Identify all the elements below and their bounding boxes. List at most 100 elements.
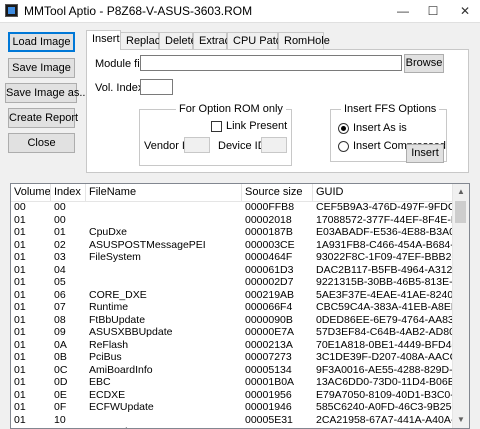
table-row[interactable]: 01 10 00005E31 2CA21958-67A7-441A-A40A-7090… xyxy=(11,414,455,427)
list-rows: 00000000FFB8CEF5B9A3-476D-497F-9FDC-E981… xyxy=(11,201,455,428)
browse-button[interactable]: Browse xyxy=(404,54,444,73)
insert-compressed-radio[interactable] xyxy=(338,141,349,152)
table-row[interactable]: 01 08 FtBbUpdate 0000090B 0DED86EE-6E79-4764… xyxy=(11,314,455,327)
maximize-icon[interactable]: ☐ xyxy=(418,0,448,22)
link-present-checkbox[interactable] xyxy=(211,121,222,132)
insert-button[interactable]: Insert xyxy=(406,144,444,163)
close-button[interactable]: Close xyxy=(8,133,75,153)
scroll-up-icon[interactable]: ▲ xyxy=(453,184,469,200)
cell-filename: FileSystem xyxy=(89,251,141,263)
table-row[interactable]: 01 01 CpuDxe 0000187B E03ABADF-E536-4E88-B3A… xyxy=(11,226,455,239)
option-rom-group-label: For Option ROM only xyxy=(176,103,286,115)
cell-source-size: 000219AB xyxy=(245,288,295,301)
tab-replace[interactable]: Replace xyxy=(120,32,166,49)
column-header-volume[interactable]: Volume xyxy=(11,184,51,201)
cell-volume: 01 xyxy=(14,351,26,363)
cell-index: 09 xyxy=(54,326,66,338)
cell-source-size: 00001946 xyxy=(245,401,292,413)
vertical-scrollbar[interactable]: ▲ ▼ xyxy=(452,184,469,428)
table-row[interactable]: 01 03 FileSystem 0000464F 93022F8C-1F09-47EF… xyxy=(11,251,455,264)
table-row[interactable]: 01 05 000002D7 9221315B-30BB-46B5-813E-1B1B… xyxy=(11,276,455,289)
column-header-guid[interactable]: GUID xyxy=(313,184,455,201)
scrollbar-thumb[interactable] xyxy=(455,201,466,223)
cell-volume: 01 xyxy=(14,413,26,426)
cell-index: 00 xyxy=(54,201,66,213)
vol-index-input[interactable] xyxy=(140,79,173,95)
cell-index: 05 xyxy=(54,276,66,288)
save-image-button[interactable]: Save Image xyxy=(8,58,75,78)
cell-source-size: 000061D3 xyxy=(245,263,294,276)
table-row[interactable]: 01 09 ASUSXBBUpdate 00000E7A 57D3EF84-C64B-4… xyxy=(11,326,455,339)
cell-filename: ASUSXBBUpdate xyxy=(89,326,173,338)
cell-source-size: 000003CE xyxy=(245,238,295,251)
table-row[interactable]: 01 06 CORE_DXE 000219AB 5AE3F37E-4EAE-41AE-8… xyxy=(11,289,455,302)
cell-source-size: 00001B0A xyxy=(245,376,295,388)
save-image-as-button[interactable]: Save Image as.. xyxy=(5,83,86,103)
cell-guid: 5AE3F37E-4EAE-41AE-8240-35465B xyxy=(316,288,455,301)
cell-index: 0C xyxy=(54,363,68,376)
option-rom-group: For Option ROM only Link Present Vendor … xyxy=(139,103,292,166)
cell-guid: 0DED86EE-6E79-4764-AA83-37A472 xyxy=(316,313,455,326)
tab-romhole[interactable]: RomHole xyxy=(278,32,330,49)
vol-index-label: Vol. Index xyxy=(95,82,144,94)
table-row[interactable]: 01 0C AmiBoardInfo 00005134 9F3A0016-AE55-42… xyxy=(11,364,455,377)
list-header: Volume Index FileName Source size GUID xyxy=(11,184,455,202)
table-row[interactable]: 01 07 Runtime 000066F4 CBC59C4A-383A-41EB-A8… xyxy=(11,301,455,314)
cell-index: 02 xyxy=(54,238,66,251)
cell-filename: PciBus xyxy=(89,351,122,363)
cell-source-size: 00002018 xyxy=(245,213,292,226)
column-header-filename[interactable]: FileName xyxy=(86,184,242,201)
column-header-index[interactable]: Index xyxy=(51,184,86,201)
table-row[interactable]: 01 0F ECFWUpdate 00001946 585C6240-A0FD-46C3… xyxy=(11,401,455,414)
tab-delete[interactable]: Delete xyxy=(159,32,197,49)
cell-source-size: 0000187B xyxy=(245,226,293,238)
table-row[interactable]: 01 0A ReFlash 0000213A 70E1A818-0BE1-4449-BF… xyxy=(11,339,455,352)
close-window-icon[interactable]: ✕ xyxy=(450,0,480,22)
cell-volume: 01 xyxy=(14,401,26,413)
module-list[interactable]: Volume Index FileName Source size GUID 0… xyxy=(10,183,470,429)
cell-guid: 57D3EF84-C64B-4AB2-AD80-5C8A40 xyxy=(316,326,455,338)
tab-insert[interactable]: Insert xyxy=(86,30,121,50)
cell-source-size: 0000213A xyxy=(245,338,293,351)
device-id-input[interactable] xyxy=(261,137,287,153)
table-row[interactable]: 01 0E ECDXE 00001956 E79A7050-8109-40D1-B3C0… xyxy=(11,389,455,402)
table-row[interactable]: 01 0D EBC 00001B0A 13AC6DD0-73D0-11D4-B06B-0… xyxy=(11,376,455,389)
cell-volume: 01 xyxy=(14,263,26,276)
link-present-label: Link Present xyxy=(226,120,288,132)
table-row[interactable]: 01 02 ASUSPOSTMessagePEI 000003CE 1A931FB8-C… xyxy=(11,239,455,252)
cell-guid: CBC59C4A-383A-41EB-A8EE-4498AE xyxy=(316,301,455,313)
table-row[interactable]: 01 00 00002018 17088572-377F-44EF-8F4E-B09F… xyxy=(11,214,455,227)
cell-volume: 01 xyxy=(14,313,26,326)
cell-filename: AmiBoardInfo xyxy=(89,363,153,376)
cell-index: 00 xyxy=(54,213,66,226)
table-row[interactable]: 00 00 0000FFB8 CEF5B9A3-476D-497F-9FDC-E981… xyxy=(11,201,455,214)
column-header-source-size[interactable]: Source size xyxy=(242,184,313,201)
minimize-icon[interactable]: — xyxy=(388,0,418,22)
load-image-button[interactable]: Load Image xyxy=(8,32,75,52)
cell-filename: ECFWUpdate xyxy=(89,401,154,413)
table-row[interactable]: 01 04 000061D3 DAC2B117-B5FB-4964-A312-0DCC… xyxy=(11,264,455,277)
cell-source-size: 00005134 xyxy=(245,363,292,376)
cell-index: 01 xyxy=(54,226,66,238)
cell-guid: DAC2B117-B5FB-4964-A312-0DCC77 xyxy=(316,263,455,276)
cell-volume: 01 xyxy=(14,363,26,376)
cell-filename: ASUSPOSTMessagePEI xyxy=(89,238,206,251)
cell-volume: 01 xyxy=(14,326,26,338)
create-report-button[interactable]: Create Report xyxy=(8,108,78,128)
cell-guid: 13AC6DD0-73D0-11D4-B06B-00AA00 xyxy=(316,376,455,388)
tab-extract[interactable]: Extract xyxy=(193,32,233,49)
insert-as-is-radio[interactable] xyxy=(338,123,349,134)
module-file-input[interactable] xyxy=(140,55,402,71)
title-bar: MMTool Aptio - P8Z68-V-ASUS-3603.ROM — ☐… xyxy=(0,0,480,23)
cell-source-size: 000002D7 xyxy=(245,276,294,288)
table-row[interactable]: 01 0B PciBus 00007273 3C1DE39F-D207-408A-AAC… xyxy=(11,351,455,364)
vendor-id-input[interactable] xyxy=(184,137,210,153)
cell-index: 0D xyxy=(54,376,68,388)
tab-cpu-patch[interactable]: CPU Patch xyxy=(227,32,287,49)
cell-guid: 70E1A818-0BE1-4449-BFD4-9EF68C xyxy=(316,338,455,351)
cell-index: 06 xyxy=(54,288,66,301)
cell-index: 07 xyxy=(54,301,66,313)
cell-guid: 93022F8C-1F09-47EF-BBB2-5814FF6 xyxy=(316,251,455,263)
cell-volume: 01 xyxy=(14,288,26,301)
scroll-down-icon[interactable]: ▼ xyxy=(453,412,469,428)
